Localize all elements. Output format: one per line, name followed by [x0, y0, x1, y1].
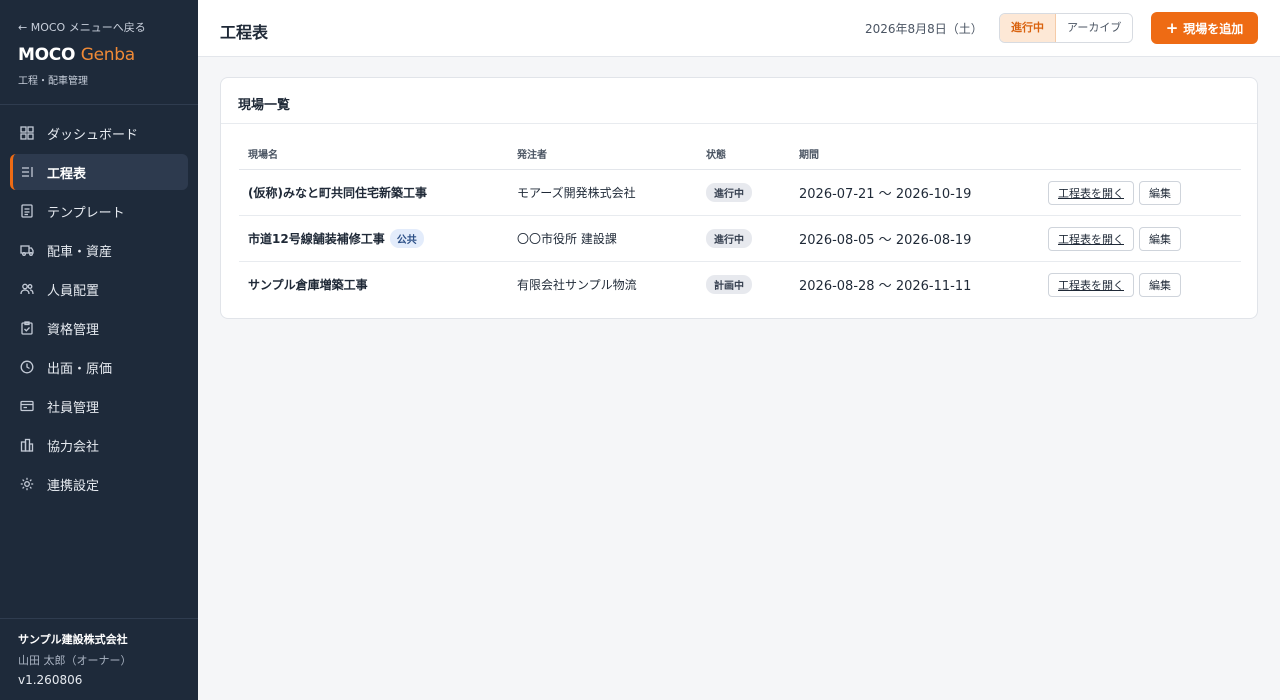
- sidebar-divider: [0, 104, 198, 105]
- site-name-cell: 市道12号線舗装補修工事 公共: [248, 216, 424, 261]
- sidebar-item-label: 社員管理: [47, 400, 100, 416]
- company-name: サンプル建設株式会社: [18, 633, 128, 646]
- sidebar-item-employees[interactable]: 社員管理: [10, 388, 188, 424]
- site-name[interactable]: (仮称)みなと町共同住宅新築工事: [248, 184, 427, 201]
- sidebar-nav: ダッシュボード 工程表 テンプレート 配車・資産 人員配置 資格管理 出面・原価: [10, 115, 188, 505]
- user-name: 山田 太郎（オーナー）: [18, 654, 132, 667]
- client-cell: モアーズ開発株式会社: [517, 186, 636, 200]
- table-row: 市道12号線舗装補修工事 公共 〇〇市役所 建設課 進行中 2026-08-05…: [239, 216, 1241, 262]
- brand-accent: Genba: [80, 45, 135, 65]
- row-actions: 工程表を開く 編集: [1048, 170, 1181, 215]
- plus-icon: +: [1165, 18, 1179, 37]
- sidebar-item-label: 出面・原価: [47, 361, 113, 377]
- back-to-menu-link[interactable]: ← MOCO メニューへ戻る: [18, 19, 146, 35]
- public-tag: 公共: [389, 229, 424, 248]
- sidebar-item-label: テンプレート: [47, 205, 125, 221]
- sun-icon: [20, 477, 34, 491]
- sidebar-item-label: 人員配置: [47, 283, 100, 299]
- open-schedule-button[interactable]: 工程表を開く: [1048, 226, 1134, 251]
- sidebar-item-dashboard[interactable]: ダッシュボード: [10, 115, 188, 151]
- sidebar-footer-divider: [0, 618, 198, 619]
- app-version: v1.260806: [18, 673, 83, 687]
- site-name[interactable]: 市道12号線舗装補修工事: [248, 230, 385, 247]
- status-filter-toggle: 進行中 アーカイブ: [999, 13, 1134, 43]
- open-schedule-label: 工程表を開く: [1058, 186, 1124, 200]
- document-icon: [20, 204, 34, 218]
- status-cell: 進行中: [706, 216, 752, 261]
- building-icon: [20, 438, 34, 452]
- edit-button[interactable]: 編集: [1139, 180, 1181, 205]
- status-badge: 進行中: [706, 229, 752, 248]
- status-cell: 計画中: [706, 262, 752, 307]
- status-badge: 進行中: [706, 183, 752, 202]
- brand-subtitle: 工程・配車管理: [18, 76, 88, 87]
- sidebar-item-label: ダッシュボード: [47, 127, 139, 143]
- sidebar-footer: サンプル建設株式会社 山田 太郎（オーナー） v1.260806: [18, 631, 132, 687]
- column-header-period: 期間: [799, 150, 819, 161]
- current-date: 2026年8月8日（土）: [865, 22, 983, 36]
- card-title: 現場一覧: [238, 98, 291, 113]
- period-cell: 2026-08-28 〜 2026-11-11: [799, 279, 972, 294]
- sidebar-item-schedule[interactable]: 工程表: [10, 154, 188, 190]
- truck-icon: [20, 243, 34, 257]
- top-header: 工程表 2026年8月8日（土） 進行中 アーカイブ + 現場を追加: [198, 0, 1280, 57]
- add-site-label: 現場を追加: [1183, 21, 1244, 36]
- sidebar: ← MOCO メニューへ戻る MOCO Genba 工程・配車管理 ダッシュボー…: [0, 0, 198, 700]
- open-schedule-button[interactable]: 工程表を開く: [1048, 272, 1134, 297]
- sidebar-item-partners[interactable]: 協力会社: [10, 427, 188, 463]
- dashboard-icon: [20, 126, 34, 140]
- edit-button[interactable]: 編集: [1139, 272, 1181, 297]
- sidebar-item-label: 協力会社: [47, 439, 100, 455]
- row-actions: 工程表を開く 編集: [1048, 262, 1181, 307]
- site-name-cell: サンプル倉庫増築工事: [248, 262, 368, 307]
- edit-button[interactable]: 編集: [1139, 226, 1181, 251]
- period-cell: 2026-08-05 〜 2026-08-19: [799, 233, 972, 248]
- page-title: 工程表: [220, 23, 269, 42]
- users-icon: [20, 282, 34, 296]
- filter-archive-button[interactable]: アーカイブ: [1056, 14, 1133, 42]
- clipboard-icon: [20, 321, 34, 335]
- row-actions: 工程表を開く 編集: [1048, 216, 1181, 261]
- sidebar-item-integrations[interactable]: 連携設定: [10, 466, 188, 502]
- status-cell: 進行中: [706, 170, 752, 215]
- sidebar-item-label: 工程表: [47, 166, 87, 182]
- site-table: 現場名 発注者 状態 期間 (仮称)みなと町共同住宅新築工事 モアーズ開発株式会…: [239, 136, 1241, 308]
- open-schedule-button[interactable]: 工程表を開く: [1048, 180, 1134, 205]
- sidebar-item-attendance-cost[interactable]: 出面・原価: [10, 349, 188, 385]
- column-header-status: 状態: [706, 150, 726, 161]
- table-row: サンプル倉庫増築工事 有限会社サンプル物流 計画中 2026-08-28 〜 2…: [239, 262, 1241, 308]
- table-row: (仮称)みなと町共同住宅新築工事 モアーズ開発株式会社 進行中 2026-07-…: [239, 170, 1241, 216]
- client-cell: 有限会社サンプル物流: [517, 278, 637, 292]
- sidebar-item-staffing[interactable]: 人員配置: [10, 271, 188, 307]
- period-cell: 2026-07-21 〜 2026-10-19: [799, 187, 972, 202]
- sidebar-item-label: 資格管理: [47, 322, 100, 338]
- brand-logo: MOCO Genba: [18, 45, 135, 65]
- open-schedule-label: 工程表を開く: [1058, 278, 1124, 292]
- client-cell: 〇〇市役所 建設課: [517, 232, 617, 246]
- sidebar-item-label: 配車・資産: [47, 244, 113, 260]
- status-badge: 計画中: [706, 275, 752, 294]
- card-divider: [221, 123, 1257, 124]
- column-header-site-name: 現場名: [248, 150, 278, 161]
- add-site-button[interactable]: + 現場を追加: [1151, 12, 1258, 44]
- schedule-icon: [20, 165, 34, 179]
- site-list-card: 現場一覧 現場名 発注者 状態 期間 (仮称)みなと町共同住宅新築工事 モアーズ…: [220, 77, 1258, 319]
- site-name[interactable]: サンプル倉庫増築工事: [248, 276, 368, 293]
- sidebar-item-qualifications[interactable]: 資格管理: [10, 310, 188, 346]
- id-card-icon: [20, 399, 34, 413]
- table-header-row: 現場名 発注者 状態 期間: [239, 136, 1241, 170]
- filter-active-button[interactable]: 進行中: [1000, 14, 1056, 42]
- clock-icon: [20, 360, 34, 374]
- sidebar-item-label: 連携設定: [47, 478, 100, 494]
- brand-main: MOCO: [18, 45, 76, 65]
- sidebar-item-vehicles[interactable]: 配車・資産: [10, 232, 188, 268]
- open-schedule-label: 工程表を開く: [1058, 232, 1124, 246]
- site-name-cell: (仮称)みなと町共同住宅新築工事: [248, 170, 427, 215]
- sidebar-item-template[interactable]: テンプレート: [10, 193, 188, 229]
- column-header-client: 発注者: [517, 150, 547, 161]
